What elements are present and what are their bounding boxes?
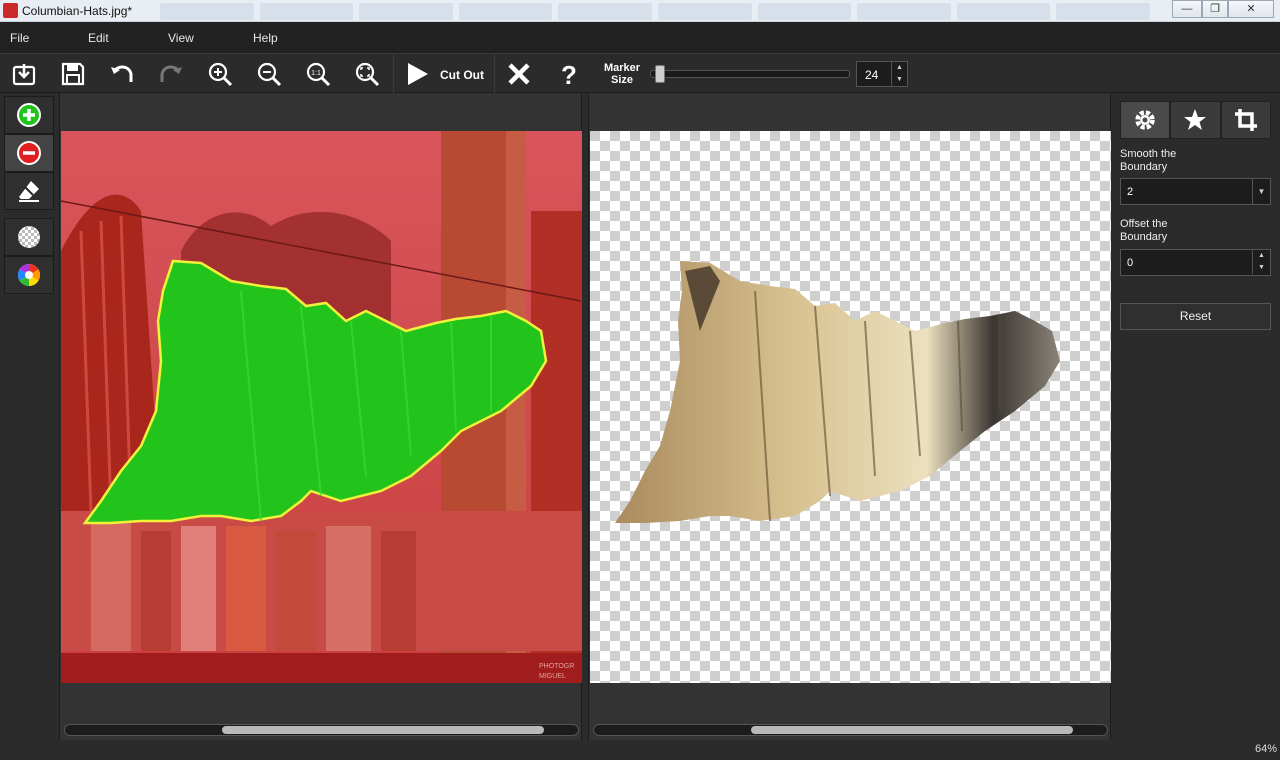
help-icon: ? (561, 61, 577, 87)
background-color-button[interactable] (4, 256, 54, 294)
settings-panel: Smooth the Boundary 2 ▼ Offset the Bound… (1112, 93, 1280, 740)
menu-file[interactable]: File (10, 31, 29, 45)
left-toolbox (4, 96, 56, 294)
eraser-icon (19, 181, 39, 202)
tab-crop[interactable] (1220, 101, 1271, 139)
actual-size-button[interactable]: 1:1 (304, 60, 332, 88)
eraser-tool[interactable] (4, 172, 54, 210)
menu-view[interactable]: View (168, 31, 194, 45)
color-wheel-icon (18, 264, 40, 286)
smooth-boundary-value: 2 (1127, 186, 1134, 198)
cancel-button[interactable] (505, 60, 533, 88)
foreground-marker-tool[interactable] (4, 96, 54, 134)
save-icon (61, 62, 85, 86)
preview-pane (588, 93, 1111, 740)
gear-icon (1135, 110, 1155, 130)
chevron-down-icon: ▼ (1252, 179, 1270, 204)
zoom-out-icon (257, 62, 282, 87)
save-button[interactable] (59, 60, 87, 88)
app-icon (3, 3, 18, 18)
redo-icon (160, 65, 182, 82)
smooth-boundary-select[interactable]: 2 ▼ (1120, 178, 1271, 205)
transparency-mode-button[interactable] (4, 218, 54, 256)
actual-size-icon: 1:1 (306, 62, 331, 87)
maximize-button[interactable]: ❐ (1202, 0, 1228, 18)
star-icon (1184, 109, 1207, 130)
zoom-out-button[interactable] (255, 60, 283, 88)
fit-window-button[interactable] (353, 60, 381, 88)
marker-size-slider[interactable] (650, 70, 850, 78)
offset-boundary-label: Offset the Boundary (1120, 218, 1168, 243)
crop-icon (1234, 109, 1257, 131)
zoom-in-icon (208, 62, 233, 87)
svg-text:1:1: 1:1 (311, 70, 321, 77)
marker-size-up-button[interactable]: ▲ (891, 62, 907, 74)
smooth-boundary-label: Smooth the Boundary (1120, 148, 1177, 173)
remove-marker-icon (17, 141, 41, 165)
background-marker-tool[interactable] (4, 134, 54, 172)
offset-boundary-value: 0 (1127, 257, 1134, 269)
zoom-level: 64% (1254, 743, 1277, 755)
left-scrollbar-thumb[interactable] (222, 726, 544, 734)
offset-boundary-spinbox[interactable]: 0 ▲ ▼ (1120, 249, 1271, 276)
zoom-in-button[interactable] (206, 60, 234, 88)
marker-size-slider-thumb[interactable] (655, 65, 665, 83)
toolbar-separator (494, 54, 495, 94)
menu-help[interactable]: Help (253, 31, 278, 45)
reset-button[interactable]: Reset (1120, 303, 1271, 330)
marker-canvas[interactable]: PHOTOGR MIGUEL (61, 131, 582, 683)
marker-canvas-pane: PHOTOGR MIGUEL (59, 93, 582, 740)
marker-size-value: 24 (865, 68, 879, 82)
toolbar: 1:1 Cut Out ? Marker Size 24 ▲ ▼ (0, 53, 1280, 94)
settings-tabs (1120, 101, 1271, 139)
menu-bar: File Edit View Help (0, 22, 1280, 53)
marker-size-spinbox[interactable]: 24 ▲ ▼ (856, 61, 908, 87)
marker-size-label: Marker Size (603, 62, 641, 86)
fit-icon (355, 62, 380, 87)
menu-edit[interactable]: Edit (88, 31, 109, 45)
undo-icon (111, 65, 133, 82)
redo-button[interactable] (157, 60, 185, 88)
svg-text:MIGUEL: MIGUEL (539, 673, 566, 680)
help-button[interactable]: ? (555, 60, 583, 88)
open-button[interactable] (10, 60, 38, 88)
marker-size-down-button[interactable]: ▼ (891, 74, 907, 86)
right-scrollbar-thumb[interactable] (751, 726, 1073, 734)
right-horizontal-scrollbar[interactable] (593, 724, 1108, 736)
close-window-button[interactable]: ✕ (1228, 0, 1274, 18)
left-horizontal-scrollbar[interactable] (64, 724, 579, 736)
cut-out-label: Cut Out (440, 68, 484, 82)
tab-settings[interactable] (1120, 101, 1171, 139)
close-icon (508, 63, 530, 85)
svg-text:PHOTOGR: PHOTOGR (539, 663, 574, 670)
window-title: Columbian-Hats.jpg* (22, 4, 133, 18)
open-icon (12, 64, 36, 86)
transparency-icon (18, 226, 40, 248)
offset-up-button[interactable]: ▲ (1252, 250, 1270, 262)
offset-down-button[interactable]: ▼ (1252, 262, 1270, 274)
tab-effects[interactable] (1170, 101, 1221, 139)
preview-canvas (590, 131, 1111, 683)
toolbar-separator (393, 54, 394, 94)
add-marker-icon (17, 103, 41, 127)
background-taskbar (160, 3, 1150, 20)
svg-text:?: ? (561, 61, 577, 87)
play-icon (408, 63, 428, 85)
undo-button[interactable] (108, 60, 136, 88)
minimize-button[interactable]: — (1172, 0, 1202, 18)
window-titlebar: Columbian-Hats.jpg* — ❐ ✕ (0, 0, 1280, 22)
